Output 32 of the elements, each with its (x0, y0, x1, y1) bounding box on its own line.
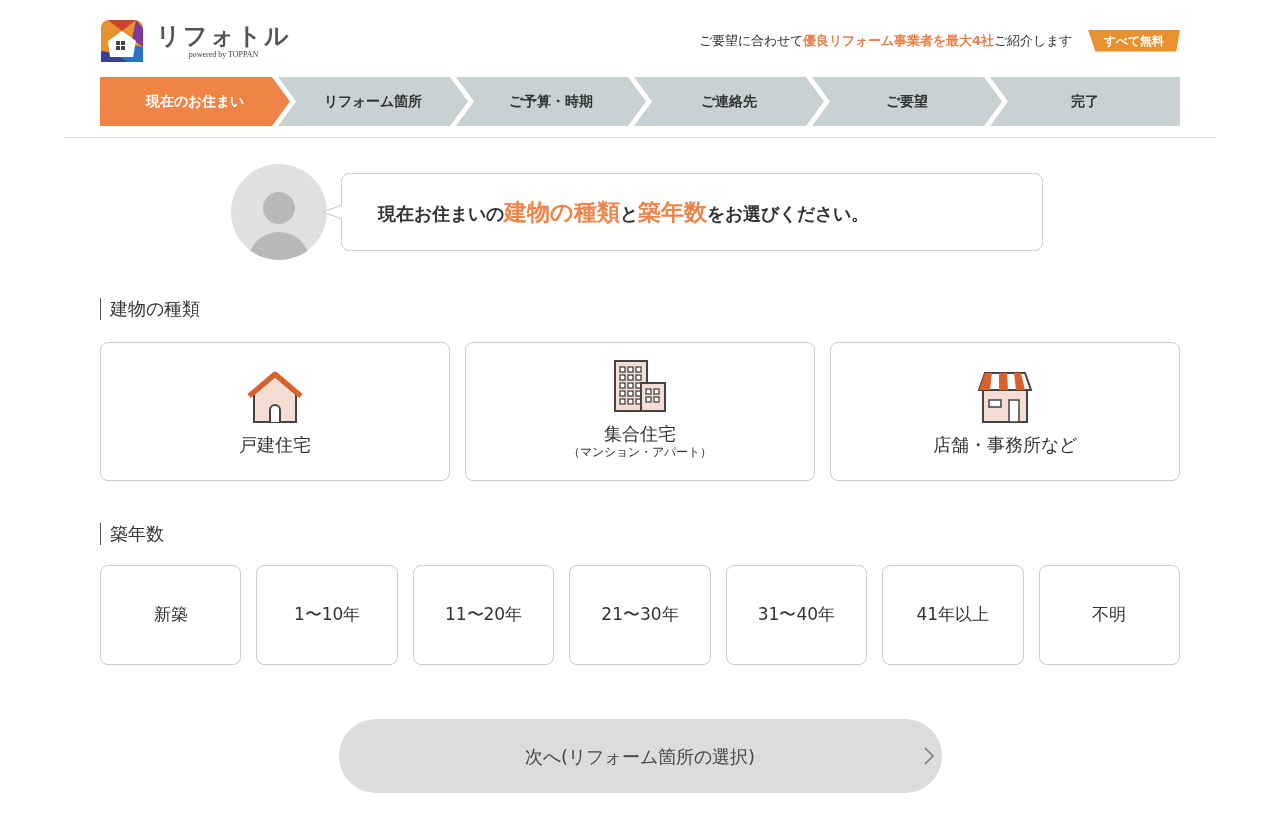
option-sublabel: （マンション・アパート） (568, 445, 712, 460)
progress-step: リフォーム箇所 (278, 77, 468, 126)
tagline: ご要望に合わせて優良リフォーム事業者を最大4社ご紹介します (698, 31, 1072, 50)
building-age-option[interactable]: 41年以上 (882, 565, 1024, 665)
building-age-option[interactable]: 不明 (1038, 565, 1180, 665)
section-title: 建物の種類 (100, 298, 1180, 320)
progress-step: ご予算・時期 (456, 77, 646, 126)
building-age-option[interactable]: 新築 (100, 565, 242, 665)
logo-subtitle: powered by TOPPAN (188, 49, 259, 60)
progress-step: ご要望 (812, 77, 1002, 126)
building-type-option[interactable]: 店舗・事務所など (830, 342, 1180, 481)
building-type-option[interactable]: 集合住宅 （マンション・アパート） (465, 342, 815, 481)
shop-icon (977, 370, 1033, 424)
building-age-option[interactable]: 21〜30年 (569, 565, 711, 665)
building-age-option[interactable]: 11〜20年 (412, 565, 555, 665)
free-badge: すべて無料 (1088, 29, 1180, 52)
option-label: 戸建住宅 (239, 434, 311, 456)
instruction-text: 現在お住まいの建物の種類と築年数をお選びください。 (378, 197, 869, 227)
option-label: 集合住宅 (604, 423, 676, 445)
section-title: 築年数 (100, 523, 1180, 545)
chevron-right-icon (923, 747, 934, 765)
option-label: 店舗・事務所など (933, 434, 1077, 456)
logo-text: リフォトル (156, 21, 291, 50)
building-age-option[interactable]: 31〜40年 (725, 565, 868, 665)
logo-icon (100, 18, 144, 63)
apartment-building-icon (612, 359, 668, 413)
progress-step: 現在のお住まい (100, 77, 290, 126)
progress-step: 完了 (990, 77, 1180, 126)
building-type-option[interactable]: 戸建住宅 (100, 342, 450, 481)
house-icon (246, 370, 304, 424)
building-age-option[interactable]: 1〜10年 (256, 565, 398, 665)
progress-step: ご連絡先 (634, 77, 824, 126)
